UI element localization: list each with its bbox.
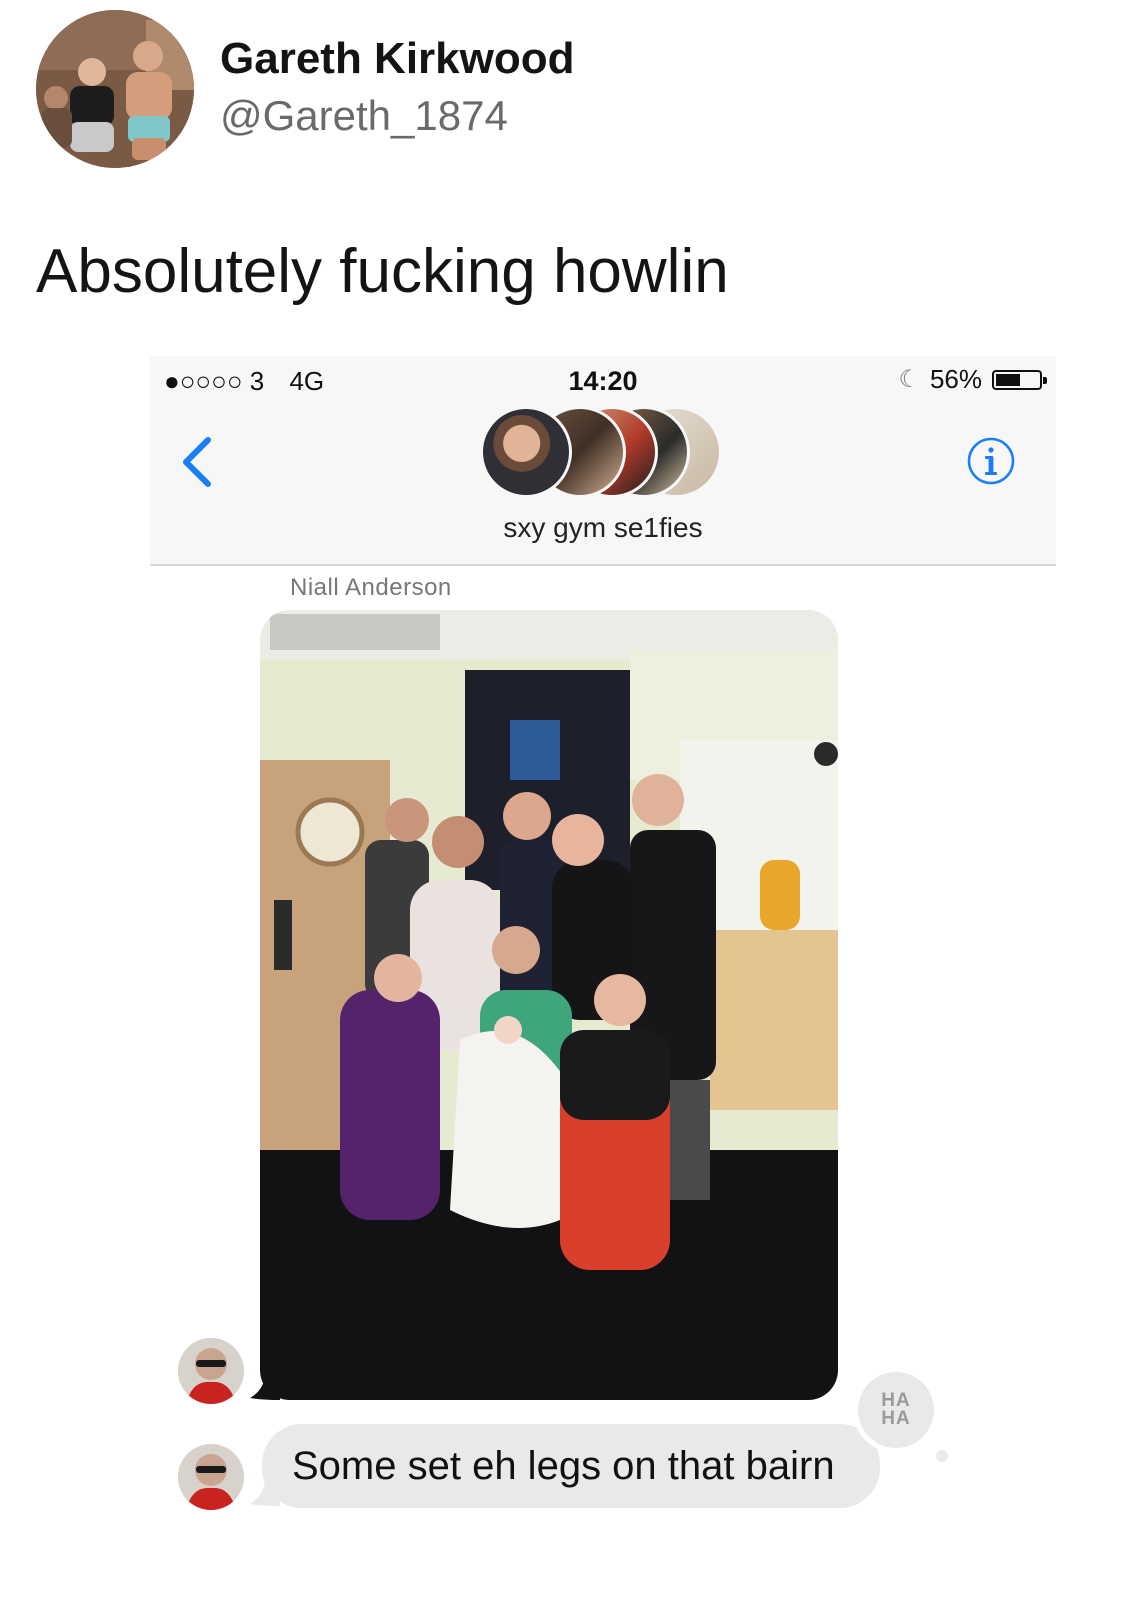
status-right: ☾ 56% xyxy=(898,364,1047,395)
embedded-imessage-screenshot: ●○○○○ 3 4G 14:20 ☾ 56% sxy gym se1fies N… xyxy=(150,356,1056,1600)
group-photo-image xyxy=(260,610,838,1400)
battery-icon xyxy=(992,369,1047,390)
photo-bubble-tail xyxy=(250,1372,280,1400)
message-text: Some set eh legs on that bairn xyxy=(292,1443,835,1488)
author-avatar-photo xyxy=(36,10,194,168)
battery-fill xyxy=(996,373,1020,386)
haha-reaction-line2: HA xyxy=(881,1408,911,1429)
status-bar: ●○○○○ 3 4G 14:20 ☾ 56% xyxy=(150,356,1056,406)
sender-avatar-photo xyxy=(178,1444,244,1510)
sender-avatar[interactable] xyxy=(178,1444,244,1510)
info-icon[interactable] xyxy=(966,436,1016,486)
haha-reaction-badge[interactable]: HA HA xyxy=(858,1372,934,1448)
reaction-tail-dot xyxy=(936,1450,948,1462)
tweet-text: Absolutely fucking howlin xyxy=(36,237,729,306)
sender-avatar-photo xyxy=(178,1338,244,1404)
chevron-left-icon[interactable] xyxy=(178,432,218,492)
photo-message[interactable] xyxy=(260,610,838,1400)
author-handle[interactable]: @Gareth_1874 xyxy=(220,92,508,140)
text-message[interactable]: Some set eh legs on that bairn xyxy=(262,1424,880,1508)
conversation-header: sxy gym se1fies xyxy=(150,406,1056,566)
sender-name: Niall Anderson xyxy=(290,574,452,601)
tweet-screenshot: Gareth Kirkwood @Gareth_1874 Absolutely … xyxy=(0,0,1130,1600)
sender-avatar[interactable] xyxy=(178,1338,244,1404)
moon-icon: ☾ xyxy=(898,366,920,393)
group-member-avatar xyxy=(480,406,572,498)
battery-nub xyxy=(1043,376,1047,384)
battery-percent: 56% xyxy=(929,364,982,394)
group-name[interactable]: sxy gym se1fies xyxy=(150,512,1056,544)
group-avatars[interactable] xyxy=(480,406,730,506)
author-name[interactable]: Gareth Kirkwood xyxy=(220,34,575,84)
author-avatar[interactable] xyxy=(36,10,194,168)
